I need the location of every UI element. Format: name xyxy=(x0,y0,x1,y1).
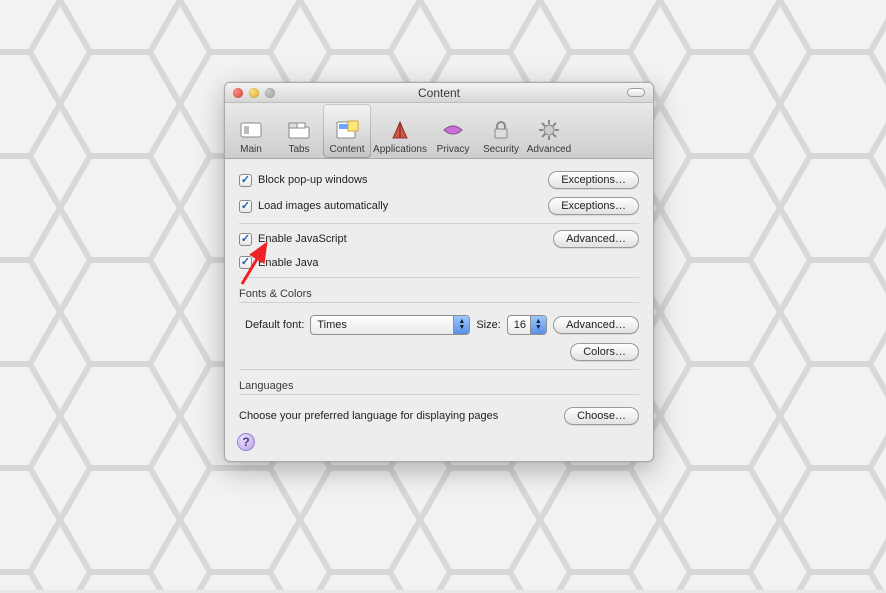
label-default-font: Default font: xyxy=(245,319,304,331)
default-font-popup[interactable]: Times ▲▼ xyxy=(310,315,470,335)
privacy-icon xyxy=(438,116,468,144)
advanced-fonts-button[interactable]: Advanced… xyxy=(553,316,639,334)
exceptions-images-button[interactable]: Exceptions… xyxy=(548,197,639,215)
label-block-popups: Block pop-up windows xyxy=(258,174,367,186)
label-load-images: Load images automatically xyxy=(258,200,388,212)
toolbar-toggle-icon[interactable] xyxy=(627,88,645,97)
checkbox-enable-js[interactable] xyxy=(239,233,252,246)
checkbox-load-images[interactable] xyxy=(239,200,252,213)
content-icon xyxy=(332,116,362,144)
gear-icon xyxy=(534,116,564,144)
minimize-icon[interactable] xyxy=(249,88,259,98)
help-icon[interactable]: ? xyxy=(237,433,255,451)
switch-icon xyxy=(236,116,266,144)
toolbar-label: Advanced xyxy=(527,144,571,155)
window-title: Content xyxy=(225,86,653,100)
toolbar-main[interactable]: Main xyxy=(227,104,275,158)
toolbar-label: Content xyxy=(329,144,364,155)
label-enable-js: Enable JavaScript xyxy=(258,233,347,245)
choose-language-button[interactable]: Choose… xyxy=(564,407,639,425)
exceptions-popups-button[interactable]: Exceptions… xyxy=(548,171,639,189)
close-icon[interactable] xyxy=(233,88,243,98)
zoom-icon[interactable] xyxy=(265,88,275,98)
toolbar: Main Tabs Content Applications Privacy xyxy=(225,103,653,159)
section-languages: Languages xyxy=(239,380,639,392)
advanced-js-button[interactable]: Advanced… xyxy=(553,230,639,248)
toolbar-label: Privacy xyxy=(437,144,470,155)
toolbar-tabs[interactable]: Tabs xyxy=(275,104,323,158)
checkbox-enable-java[interactable] xyxy=(239,256,252,269)
applications-icon xyxy=(385,116,415,144)
divider xyxy=(239,394,639,395)
toolbar-privacy[interactable]: Privacy xyxy=(429,104,477,158)
toolbar-label: Tabs xyxy=(288,144,309,155)
content-pane: Block pop-up windows Exceptions… Load im… xyxy=(225,159,653,435)
chevron-updown-icon: ▲▼ xyxy=(453,316,469,334)
label-languages-prompt: Choose your preferred language for displ… xyxy=(239,410,498,422)
section-fonts-colors: Fonts & Colors xyxy=(239,288,639,300)
toolbar-label: Security xyxy=(483,144,519,155)
tabs-icon xyxy=(284,116,314,144)
font-size-value: 16 xyxy=(514,319,526,331)
lock-icon xyxy=(486,116,516,144)
font-size-popup[interactable]: 16 ▲▼ xyxy=(507,315,547,335)
toolbar-applications[interactable]: Applications xyxy=(371,104,429,158)
default-font-value: Times xyxy=(317,319,347,331)
toolbar-content[interactable]: Content xyxy=(323,104,371,158)
preferences-window: Content Main Tabs Content Application xyxy=(224,82,654,462)
titlebar[interactable]: Content xyxy=(225,83,653,103)
toolbar-label: Applications xyxy=(373,144,427,155)
toolbar-security[interactable]: Security xyxy=(477,104,525,158)
label-size: Size: xyxy=(476,319,500,331)
label-enable-java: Enable Java xyxy=(258,257,319,269)
divider xyxy=(239,302,639,303)
checkbox-block-popups[interactable] xyxy=(239,174,252,187)
toolbar-advanced[interactable]: Advanced xyxy=(525,104,573,158)
colors-button[interactable]: Colors… xyxy=(570,343,639,361)
toolbar-label: Main xyxy=(240,144,262,155)
chevron-updown-icon: ▲▼ xyxy=(530,316,546,334)
